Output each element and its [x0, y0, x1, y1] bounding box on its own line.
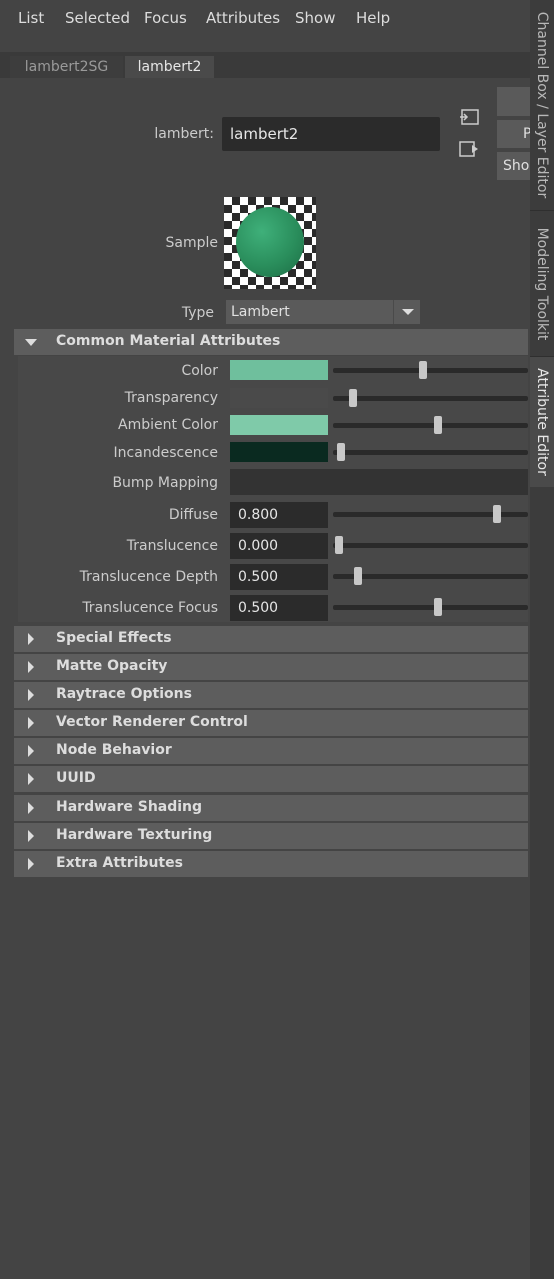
- tab-modeling-toolkit[interactable]: Modeling Toolkit: [530, 211, 554, 357]
- attr-label-incandescence: Incandescence: [113, 445, 218, 461]
- sample-label: Sample: [165, 235, 219, 251]
- color-swatch[interactable]: [230, 360, 328, 380]
- translucence-depth-slider-handle[interactable]: [354, 567, 363, 585]
- transparency-swatch[interactable]: [230, 388, 328, 408]
- section-hardware-texturing[interactable]: Hardware Texturing: [14, 823, 528, 849]
- tab-attribute-editor-label: Attribute Editor: [534, 368, 550, 476]
- section-special-effects[interactable]: Special Effects: [14, 626, 528, 652]
- section-title: Hardware Texturing: [56, 827, 213, 843]
- diffuse-slider[interactable]: [333, 505, 528, 523]
- section-vector-renderer-control[interactable]: Vector Renderer Control: [14, 710, 528, 736]
- expand-triangle-icon: [28, 858, 34, 870]
- ambient-color-swatch[interactable]: [230, 415, 328, 435]
- material-sphere-preview: [236, 207, 304, 277]
- focus-button[interactable]: [497, 87, 530, 116]
- diffuse-slider-handle[interactable]: [492, 505, 501, 523]
- incandescence-swatch[interactable]: [230, 442, 328, 462]
- translucence-slider[interactable]: [333, 536, 528, 554]
- section-extra-attributes[interactable]: Extra Attributes: [14, 851, 528, 877]
- attr-label-ambient-color: Ambient Color: [118, 417, 218, 433]
- color-slider[interactable]: [333, 361, 528, 379]
- color-slider-handle[interactable]: [418, 361, 427, 379]
- expand-triangle-icon: [28, 830, 34, 842]
- section-title: Vector Renderer Control: [56, 714, 248, 730]
- translucence-focus-slider[interactable]: [333, 598, 528, 616]
- tab-modeling-toolkit-label: Modeling Toolkit: [534, 227, 550, 340]
- incandescence-slider-handle[interactable]: [336, 443, 345, 461]
- expand-triangle-icon: [28, 717, 34, 729]
- ambient-color-slider[interactable]: [333, 416, 528, 434]
- collapse-triangle-icon: [25, 339, 37, 346]
- section-title: Special Effects: [56, 630, 172, 646]
- bump-mapping-field[interactable]: [230, 469, 528, 495]
- section-title: UUID: [56, 770, 96, 786]
- tab-lambert2sg[interactable]: lambert2SG: [10, 56, 123, 78]
- type-dropdown-value: Lambert: [231, 304, 290, 320]
- tab-channel-box[interactable]: Channel Box / Layer Editor: [530, 0, 554, 211]
- incandescence-slider[interactable]: [333, 443, 528, 461]
- attr-label-transparency: Transparency: [124, 390, 218, 406]
- expand-triangle-icon: [28, 745, 34, 757]
- expand-triangle-icon: [28, 633, 34, 645]
- menu-help[interactable]: Help: [356, 9, 390, 27]
- section-matte-opacity[interactable]: Matte Opacity: [14, 654, 528, 680]
- translucence-depth-input[interactable]: 0.500: [230, 564, 328, 590]
- focus-output-icon[interactable]: [458, 140, 480, 158]
- section-title: Matte Opacity: [56, 658, 168, 674]
- ambient-color-slider-handle[interactable]: [434, 416, 443, 434]
- tab-channel-box-label: Channel Box / Layer Editor: [534, 11, 550, 199]
- translucence-focus-slider-handle[interactable]: [434, 598, 443, 616]
- section-common-material-attributes[interactable]: Common Material Attributes: [14, 329, 528, 355]
- section-node-behavior[interactable]: Node Behavior: [14, 738, 528, 764]
- node-type-label: lambert:: [154, 126, 214, 142]
- type-dropdown[interactable]: Lambert: [226, 300, 420, 324]
- show-button[interactable]: Sho: [497, 152, 530, 180]
- translucence-input[interactable]: 0.000: [230, 533, 328, 559]
- section-title: Node Behavior: [56, 742, 172, 758]
- menu-selected[interactable]: Selected: [65, 9, 130, 27]
- tab-attribute-editor[interactable]: Attribute Editor: [530, 357, 554, 487]
- diffuse-input[interactable]: 0.800: [230, 502, 328, 528]
- section-title: Raytrace Options: [56, 686, 192, 702]
- menu-list[interactable]: List: [18, 9, 44, 27]
- expand-triangle-icon: [28, 661, 34, 673]
- tab-lambert2[interactable]: lambert2: [125, 56, 214, 78]
- transparency-slider[interactable]: [333, 389, 528, 407]
- attr-label-translucence-focus: Translucence Focus: [82, 600, 218, 616]
- chevron-down-icon: [393, 300, 420, 324]
- section-raytrace-options[interactable]: Raytrace Options: [14, 682, 528, 708]
- attr-label-bump-mapping: Bump Mapping: [112, 475, 218, 491]
- menu-bar: List Selected Focus Attributes Show Help: [0, 0, 530, 36]
- menu-focus[interactable]: Focus: [144, 9, 187, 27]
- focus-input-icon[interactable]: [458, 108, 480, 126]
- material-sample-swatch: [224, 197, 316, 289]
- attr-label-translucence: Translucence: [126, 538, 218, 554]
- section-hardware-shading[interactable]: Hardware Shading: [14, 795, 528, 821]
- menu-attributes[interactable]: Attributes: [206, 9, 280, 27]
- translucence-slider-handle[interactable]: [334, 536, 343, 554]
- node-name-input[interactable]: lambert2: [222, 117, 440, 151]
- type-label: Type: [181, 305, 214, 321]
- section-uuid[interactable]: UUID: [14, 766, 528, 792]
- section-title: Hardware Shading: [56, 799, 203, 815]
- presets-button[interactable]: P: [497, 120, 530, 148]
- transparency-slider-handle[interactable]: [348, 389, 357, 407]
- expand-triangle-icon: [28, 689, 34, 701]
- attr-label-diffuse: Diffuse: [168, 507, 218, 523]
- section-title: Extra Attributes: [56, 855, 183, 871]
- attr-label-translucence-depth: Translucence Depth: [79, 569, 218, 585]
- attr-label-color: Color: [181, 363, 218, 379]
- translucence-focus-input[interactable]: 0.500: [230, 595, 328, 621]
- expand-triangle-icon: [28, 802, 34, 814]
- expand-triangle-icon: [28, 773, 34, 785]
- menu-show[interactable]: Show: [295, 9, 335, 27]
- section-title: Common Material Attributes: [56, 333, 281, 349]
- translucence-depth-slider[interactable]: [333, 567, 528, 585]
